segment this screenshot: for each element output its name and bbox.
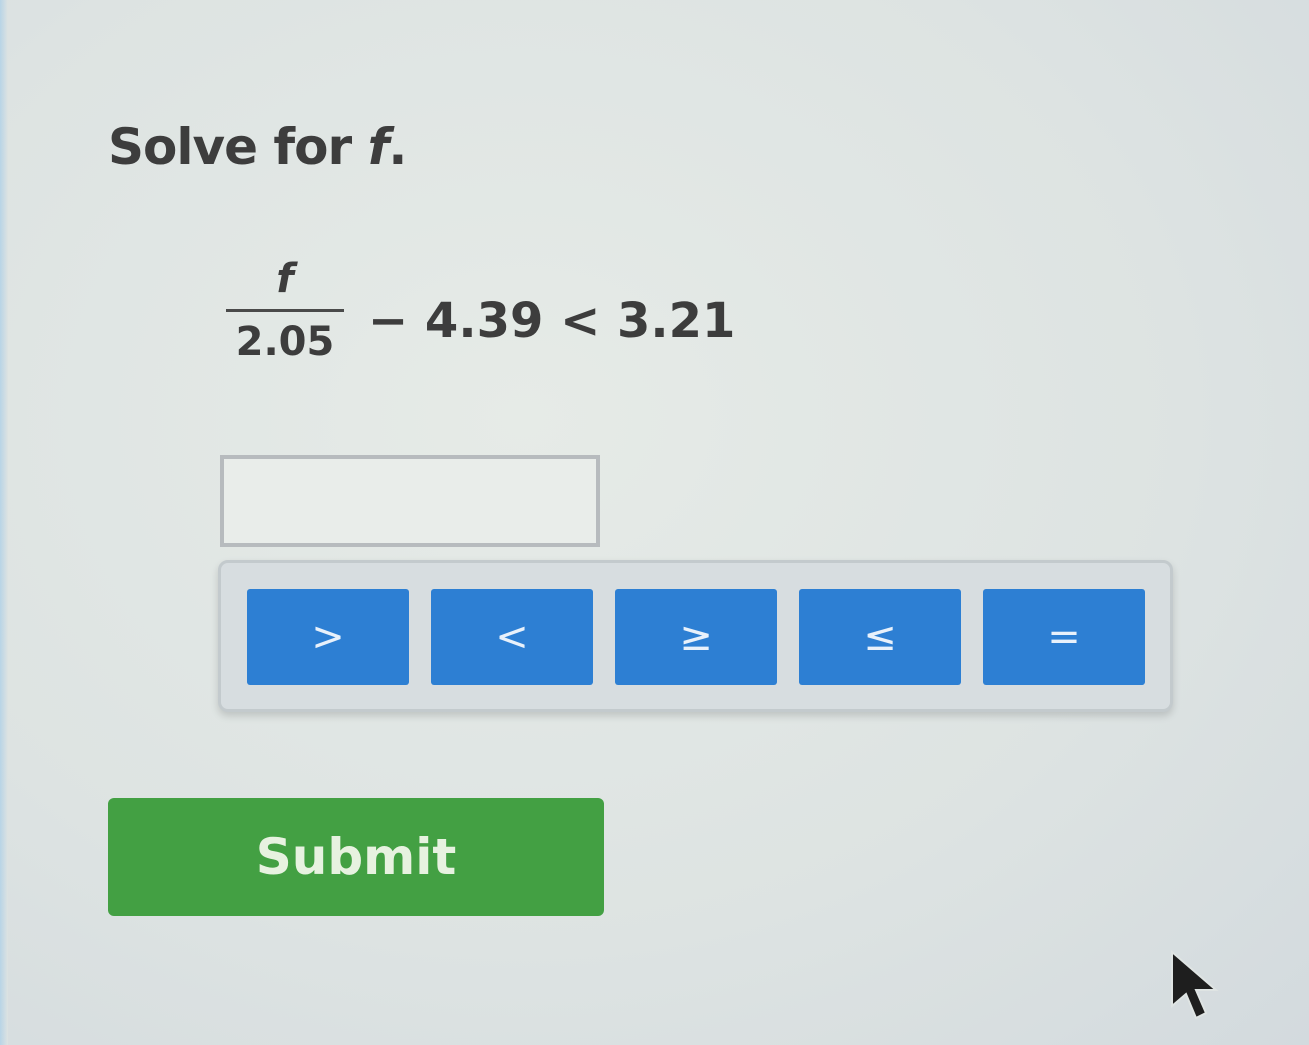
- mouse-pointer-icon: [1171, 950, 1219, 1020]
- question-prompt: Solve for f.: [108, 118, 407, 176]
- prompt-text: Solve for: [108, 118, 368, 176]
- equation-rest: − 4.39 < 3.21: [368, 293, 736, 349]
- fraction-denominator: 2.05: [235, 319, 335, 365]
- symbol-keypad: > < ≥ ≤ =: [218, 560, 1173, 712]
- less-or-equal-button[interactable]: ≤: [799, 589, 961, 685]
- prompt-end: .: [388, 118, 407, 176]
- greater-than-button[interactable]: >: [247, 589, 409, 685]
- submit-button[interactable]: Submit: [108, 798, 604, 916]
- equals-button[interactable]: =: [983, 589, 1145, 685]
- answer-input[interactable]: [220, 455, 600, 547]
- fraction: f 2.05: [226, 255, 344, 364]
- fraction-bar: [226, 309, 344, 312]
- left-edge: [0, 0, 8, 1045]
- prompt-variable: f: [367, 118, 390, 176]
- greater-or-equal-button[interactable]: ≥: [615, 589, 777, 685]
- fraction-numerator: f: [276, 256, 294, 302]
- less-than-button[interactable]: <: [431, 589, 593, 685]
